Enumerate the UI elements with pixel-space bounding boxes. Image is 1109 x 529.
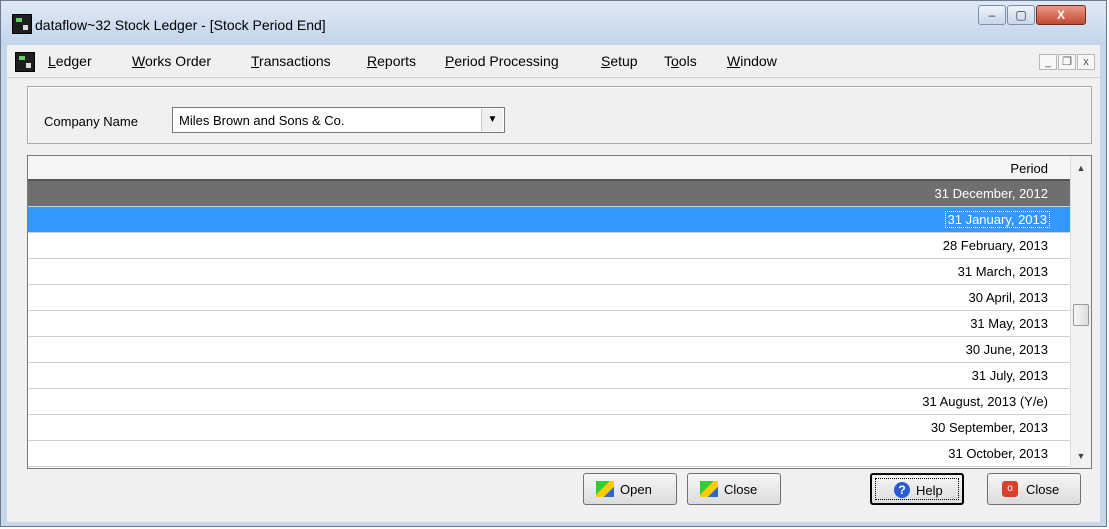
period-cell: 30 September, 2013 xyxy=(930,420,1048,435)
stock-period-end-form: Company Name Miles Brown and Sons & Co. … xyxy=(7,78,1100,522)
open-button[interactable]: Open xyxy=(583,473,677,505)
close-button[interactable]: o Close xyxy=(987,473,1081,505)
help-button-label: Help xyxy=(916,483,943,498)
table-row[interactable]: 31 March, 2013 xyxy=(28,259,1070,285)
table-row[interactable]: 31 July, 2013 xyxy=(28,363,1070,389)
menu-works-order[interactable]: Works Order xyxy=(132,53,211,69)
title-bar[interactable]: dataflow~32 Stock Ledger - [Stock Period… xyxy=(1,1,1106,45)
chevron-down-icon[interactable]: ▼ xyxy=(481,109,503,131)
mdi-minimize-button[interactable]: _ xyxy=(1039,54,1057,70)
open-button-label: Open xyxy=(620,482,652,497)
mdi-close-button[interactable]: x xyxy=(1077,54,1095,70)
main-window: dataflow~32 Stock Ledger - [Stock Period… xyxy=(0,0,1107,527)
scroll-thumb[interactable] xyxy=(1073,304,1089,326)
menu-transactions[interactable]: Transactions xyxy=(251,53,331,69)
help-icon: ? xyxy=(894,482,910,498)
period-cell: 31 January, 2013 xyxy=(944,211,1050,228)
table-row[interactable]: 28 February, 2013 xyxy=(28,233,1070,259)
mdi-child-icon[interactable] xyxy=(15,52,35,72)
company-groupbox: Company Name Miles Brown and Sons & Co. … xyxy=(27,86,1092,144)
menu-setup[interactable]: Setup xyxy=(601,53,638,69)
maximize-button[interactable]: ▢ xyxy=(1007,5,1035,25)
close-period-button-label: Close xyxy=(724,482,758,497)
close-icon: o xyxy=(1002,481,1018,497)
close-button-label: Close xyxy=(1026,482,1060,497)
open-period-icon xyxy=(596,481,614,497)
table-row[interactable]: 31 May, 2013 xyxy=(28,311,1070,337)
window-title: dataflow~32 Stock Ledger - [Stock Period… xyxy=(35,17,326,33)
period-cell: 31 July, 2013 xyxy=(971,368,1048,383)
period-cell: 30 April, 2013 xyxy=(968,290,1048,305)
table-row[interactable]: 31 August, 2013 (Y/e) xyxy=(28,389,1070,415)
mdi-restore-button[interactable]: ❐ xyxy=(1058,54,1076,70)
menu-tools[interactable]: Tools xyxy=(664,53,697,69)
vertical-scrollbar[interactable]: ▲ ▼ xyxy=(1070,156,1091,468)
period-cell: 31 May, 2013 xyxy=(970,316,1048,331)
app-icon[interactable] xyxy=(12,14,32,34)
period-column-header[interactable]: Period xyxy=(28,156,1070,181)
period-cell: 31 March, 2013 xyxy=(957,264,1048,279)
close-period-button[interactable]: Close xyxy=(687,473,781,505)
menu-period-processing[interactable]: Period Processing xyxy=(445,53,559,69)
company-name-value: Miles Brown and Sons & Co. xyxy=(179,113,345,128)
menu-reports[interactable]: Reports xyxy=(367,53,416,69)
period-cell: 30 June, 2013 xyxy=(965,342,1048,357)
close-period-icon xyxy=(700,481,718,497)
table-row[interactable]: 30 June, 2013 xyxy=(28,337,1070,363)
period-header-label: Period xyxy=(1010,161,1048,176)
table-row[interactable]: 31 December, 2012 xyxy=(28,181,1070,207)
table-row[interactable]: 30 September, 2013 xyxy=(28,415,1070,441)
minimize-button[interactable]: ‒ xyxy=(978,5,1006,25)
menu-bar: Ledger Works Order Transactions Reports … xyxy=(7,45,1100,78)
table-row[interactable]: 31 January, 2013 xyxy=(28,207,1070,233)
period-cell: 28 February, 2013 xyxy=(942,238,1048,253)
period-cell: 31 October, 2013 xyxy=(948,446,1048,461)
menu-ledger[interactable]: Ledger xyxy=(48,53,92,69)
close-window-button[interactable]: X xyxy=(1036,5,1086,25)
company-name-label: Company Name xyxy=(44,114,138,129)
period-cell: 31 December, 2012 xyxy=(934,186,1048,201)
table-row[interactable]: 30 April, 2013 xyxy=(28,285,1070,311)
company-name-combo[interactable]: Miles Brown and Sons & Co. ▼ xyxy=(172,107,505,133)
menu-window[interactable]: Window xyxy=(727,53,777,69)
table-row[interactable]: 31 October, 2013 xyxy=(28,441,1070,467)
scroll-up-arrow-icon[interactable]: ▲ xyxy=(1071,159,1091,177)
help-button[interactable]: ? Help xyxy=(870,473,964,505)
period-grid[interactable]: Period 31 December, 2012 31 January, 2013… xyxy=(27,155,1092,469)
scroll-down-arrow-icon[interactable]: ▼ xyxy=(1071,447,1091,465)
period-cell: 31 August, 2013 (Y/e) xyxy=(922,394,1048,409)
